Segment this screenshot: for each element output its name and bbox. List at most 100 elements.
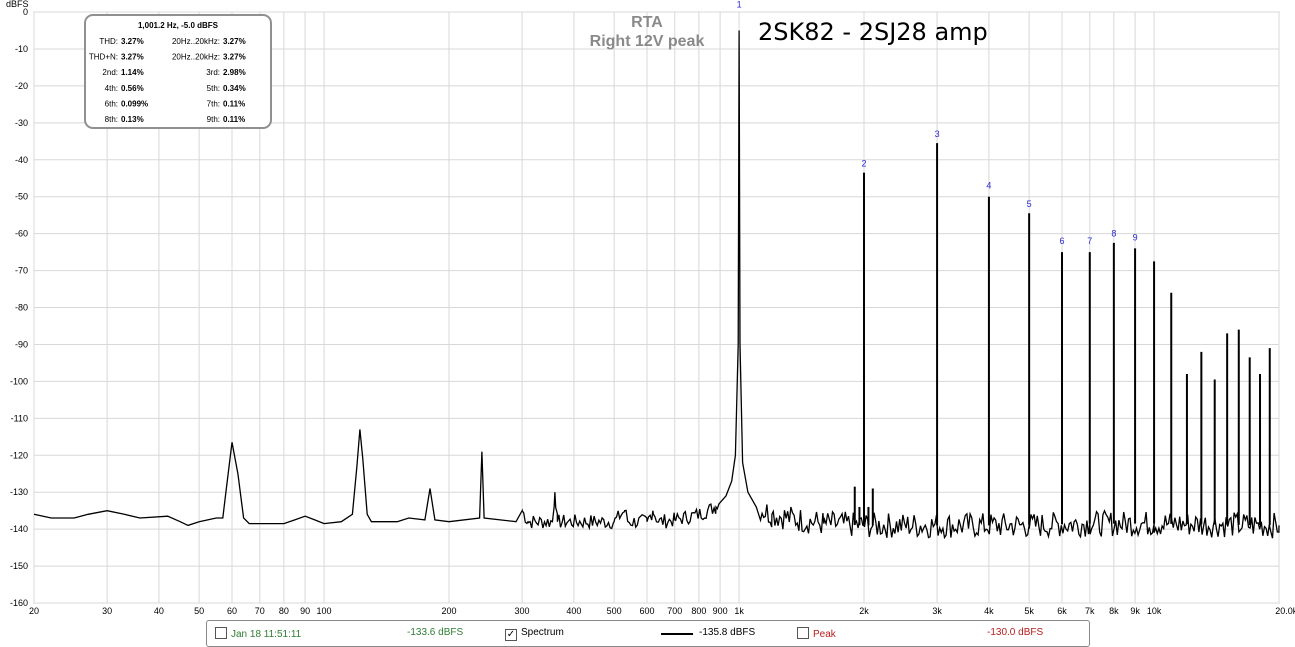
- harmonic-label: 7: [1087, 236, 1092, 246]
- x-tick-label: 20.0k Hz: [1275, 606, 1295, 616]
- distortion-label: THD+N:: [89, 53, 118, 62]
- legend-bar: Jan 18 11:51:11 -133.6 dBFS ✓ Spectrum -1…: [206, 620, 1090, 647]
- x-tick-label: 300: [515, 606, 530, 616]
- distortion-label: THD:: [99, 37, 118, 46]
- spectrum-value: -135.8 dBFS: [699, 627, 756, 638]
- distortion-header: 1,001.2 Hz, -5.0 dBFS: [138, 21, 219, 30]
- distortion-label: 20Hz..20kHz:: [172, 53, 220, 62]
- x-tick-label: 6k: [1057, 606, 1067, 616]
- y-axis-label: dBFS: [6, 0, 29, 9]
- spectrum-line-swatch: [661, 633, 693, 635]
- x-tick-label: 60: [227, 606, 237, 616]
- distortion-label: 5th:: [207, 84, 220, 93]
- distortion-value: 0.099%: [121, 99, 148, 108]
- distortion-value: 0.13%: [121, 115, 144, 124]
- y-tick-label: -150: [10, 561, 28, 571]
- legend-item-spectrum[interactable]: ✓ Spectrum: [505, 627, 564, 641]
- x-tick-label: 500: [607, 606, 622, 616]
- main-title: 2SK82 - 2SJ28 amp: [758, 18, 988, 46]
- y-tick-label: -120: [10, 450, 28, 460]
- distortion-value: 1.14%: [121, 68, 144, 77]
- x-tick-label: 50: [194, 606, 204, 616]
- x-tick-label: 2k: [859, 606, 869, 616]
- y-tick-label: -30: [15, 118, 28, 128]
- x-tick-label: 600: [639, 606, 654, 616]
- distortion-label: 2nd:: [102, 68, 118, 77]
- distortion-value: 0.56%: [121, 84, 144, 93]
- legend-item-peak[interactable]: Peak: [797, 627, 836, 640]
- y-tick-label: -130: [10, 487, 28, 497]
- distortion-value: 0.34%: [223, 84, 246, 93]
- y-tick-label: -100: [10, 376, 28, 386]
- x-tick-label: 20: [29, 606, 39, 616]
- distortion-label: 6th:: [105, 99, 118, 108]
- y-axis: 0-10-20-30-40-50-60-70-80-90-100-110-120…: [10, 7, 28, 608]
- distortion-label: 20Hz..20kHz:: [172, 37, 220, 46]
- distortion-value: 3.27%: [223, 37, 246, 46]
- rta-subtitle: Right 12V peak: [590, 33, 705, 50]
- spectrum-label: Spectrum: [521, 627, 564, 638]
- peak-label: Peak: [813, 629, 836, 640]
- x-tick-label: 900: [713, 606, 728, 616]
- x-tick-label: 4k: [984, 606, 994, 616]
- distortion-value: 0.11%: [223, 115, 245, 124]
- x-tick-label: 800: [691, 606, 706, 616]
- distortion-value: 0.11%: [223, 99, 245, 108]
- capture-value: -133.6 dBFS: [407, 627, 464, 638]
- x-tick-label: 70: [255, 606, 265, 616]
- distortion-label: 7th:: [207, 99, 220, 108]
- y-tick-label: -60: [15, 229, 28, 239]
- x-tick-label: 80: [279, 606, 289, 616]
- y-tick-label: -70: [15, 266, 28, 276]
- distortion-value: 2.98%: [223, 68, 246, 77]
- x-tick-label: 1k: [734, 606, 744, 616]
- legend-item-capture[interactable]: Jan 18 11:51:11: [215, 627, 301, 640]
- harmonic-label: 8: [1111, 229, 1116, 239]
- x-tick-label: 700: [667, 606, 682, 616]
- capture-label: Jan 18 11:51:11: [231, 629, 302, 640]
- distortion-label: 4th:: [105, 84, 118, 93]
- x-tick-label: 5k: [1024, 606, 1034, 616]
- x-tick-label: 8k: [1109, 606, 1119, 616]
- harmonic-label: 9: [1133, 232, 1138, 242]
- x-tick-label: 9k: [1130, 606, 1140, 616]
- distortion-value: 3.27%: [121, 37, 144, 46]
- x-tick-label: 10k: [1147, 606, 1162, 616]
- distortion-label: 3rd:: [206, 68, 220, 77]
- y-tick-label: -110: [11, 413, 28, 423]
- rta-title: RTA: [631, 14, 663, 31]
- peak-value: -130.0 dBFS: [987, 627, 1044, 638]
- capture-checkbox[interactable]: [215, 627, 227, 639]
- y-tick-label: -20: [15, 81, 28, 91]
- harmonic-label: 6: [1059, 236, 1064, 246]
- distortion-label: 8th:: [105, 115, 118, 124]
- x-tick-label: 100: [317, 606, 332, 616]
- harmonic-label: 3: [935, 129, 940, 139]
- harmonic-label: 5: [1027, 199, 1032, 209]
- x-tick-label: 3k: [932, 606, 942, 616]
- y-tick-label: -50: [15, 192, 28, 202]
- x-tick-label: 40: [154, 606, 164, 616]
- x-axis: 20 30 40 50 60 70 80 90 100 200 300 400 500 600 700 800…: [29, 606, 1295, 616]
- x-tick-label: 30: [102, 606, 112, 616]
- distortion-label: 9th:: [207, 115, 220, 124]
- y-tick-label: -140: [10, 524, 28, 534]
- y-tick-label: -10: [15, 44, 28, 54]
- x-tick-label: 7k: [1085, 606, 1095, 616]
- spectrum-checkbox[interactable]: ✓: [505, 629, 517, 641]
- x-tick-label: 200: [441, 606, 456, 616]
- y-tick-label: -90: [15, 339, 28, 349]
- distortion-box[interactable]: 1,001.2 Hz, -5.0 dBFS THD: 3.27% 20Hz..20k…: [84, 14, 272, 129]
- y-tick-label: -160: [10, 598, 28, 608]
- harmonic-label: 2: [861, 158, 866, 168]
- y-tick-label: -40: [15, 155, 28, 165]
- x-tick-label: 400: [566, 606, 581, 616]
- harmonic-label: 4: [986, 181, 991, 191]
- distortion-value: 3.27%: [223, 53, 246, 62]
- harmonic-label: 1: [737, 0, 742, 10]
- y-tick-label: -80: [15, 303, 28, 313]
- x-tick-label: 90: [300, 606, 310, 616]
- spectrum-chart: 0-10-20-30-40-50-60-70-80-90-100-110-120…: [6, 0, 1295, 616]
- peak-checkbox[interactable]: [797, 627, 809, 639]
- distortion-value: 3.27%: [121, 53, 144, 62]
